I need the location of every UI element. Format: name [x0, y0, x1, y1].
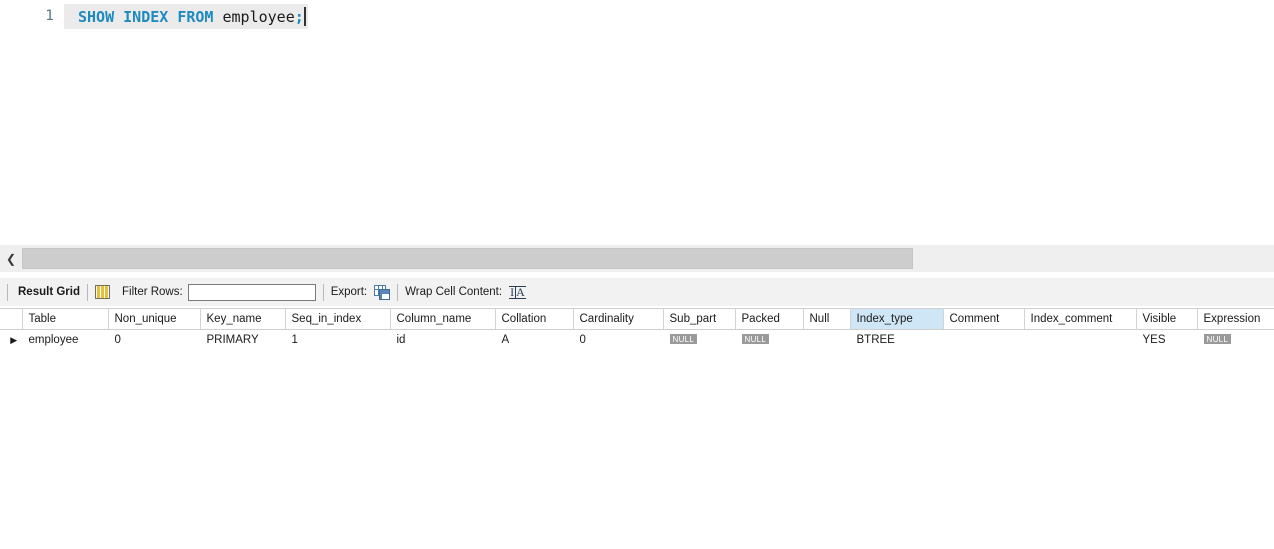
cell-cardinality[interactable]: 0: [573, 329, 664, 351]
column-header-table[interactable]: Table: [22, 308, 109, 330]
null-badge: NULL: [669, 333, 698, 344]
column-header-index_type[interactable]: Index_type: [850, 308, 944, 330]
column-header-sub_part[interactable]: Sub_part: [663, 308, 736, 330]
toolbar-divider: [322, 283, 324, 301]
result-table: Table Non_unique Key_name Seq_in_index Colum…: [0, 308, 1274, 351]
cell-null[interactable]: [803, 329, 851, 351]
sql-keyword-show: SHOW: [78, 7, 115, 26]
result-grid: Table Non_unique Key_name Seq_in_index Colum…: [0, 308, 1274, 351]
cell-index_comment[interactable]: [1024, 329, 1137, 351]
cell-collation[interactable]: A: [495, 329, 574, 351]
grid-view-icon[interactable]: [94, 285, 110, 299]
cell-non_unique[interactable]: 0: [108, 329, 201, 351]
sql-identifier-employee: employee: [222, 7, 295, 26]
export-label: Export:: [330, 286, 368, 298]
filter-rows-label: Filter Rows:: [121, 286, 183, 298]
cell-sub_part[interactable]: NULL: [663, 329, 736, 351]
sql-terminator: ;: [294, 7, 304, 26]
column-header-collation[interactable]: Collation: [495, 308, 574, 330]
table-row[interactable]: ▶ employee 0 PRIMARY 1 id A 0 NULL NULL BTREE YES NU…: [0, 329, 1274, 351]
sql-statement-line[interactable]: SHOW INDEX FROM employee;: [64, 4, 308, 29]
column-header-null[interactable]: Null: [803, 308, 851, 330]
cell-visible[interactable]: YES: [1136, 329, 1198, 351]
wrap-cell-content-label: Wrap Cell Content:: [405, 286, 503, 298]
result-grid-label: Result Grid: [18, 286, 80, 298]
cell-table[interactable]: employee: [22, 329, 109, 351]
column-header-seq_in_index[interactable]: Seq_in_index: [285, 308, 391, 330]
scroll-left-chevron-icon[interactable]: ❮: [0, 245, 22, 272]
cell-seq_in_index[interactable]: 1: [285, 329, 391, 351]
cell-key_name[interactable]: PRIMARY: [200, 329, 286, 351]
toolbar-divider: [86, 283, 88, 301]
null-badge: NULL: [1203, 333, 1232, 344]
column-header-index_comment[interactable]: Index_comment: [1024, 308, 1137, 330]
text-caret: [303, 7, 306, 26]
result-grid-toolbar: Result Grid Filter Rows: Export: Wrap Ce…: [0, 278, 1274, 306]
sql-keyword-index: INDEX: [123, 7, 169, 26]
filter-rows-input[interactable]: [187, 283, 316, 301]
line-number-gutter: 1: [0, 4, 64, 29]
table-header-row: Table Non_unique Key_name Seq_in_index Colum…: [0, 308, 1274, 330]
toolbar-divider: [397, 283, 399, 301]
scrollbar-thumb[interactable]: [22, 248, 913, 269]
cell-expression[interactable]: NULL: [1197, 329, 1274, 351]
column-header-packed[interactable]: Packed: [735, 308, 804, 330]
column-header-column_name[interactable]: Column_name: [390, 308, 496, 330]
row-selector-arrow-icon[interactable]: ▶: [0, 329, 23, 351]
column-header-expression[interactable]: Expression: [1197, 308, 1274, 330]
cell-index_type[interactable]: BTREE: [850, 329, 944, 351]
column-header-cardinality[interactable]: Cardinality: [573, 308, 664, 330]
column-header-non_unique[interactable]: Non_unique: [108, 308, 201, 330]
export-icon[interactable]: [374, 284, 391, 300]
editor-horizontal-scrollbar[interactable]: ❮: [0, 245, 1274, 272]
cell-comment[interactable]: [943, 329, 1025, 351]
column-header-comment[interactable]: Comment: [943, 308, 1025, 330]
editor-line-row: 1 SHOW INDEX FROM employee;: [0, 4, 1274, 29]
cell-packed[interactable]: NULL: [735, 329, 804, 351]
column-header-visible[interactable]: Visible: [1136, 308, 1198, 330]
null-badge: NULL: [741, 333, 770, 344]
row-selector-header: [0, 308, 23, 330]
sql-editor-pane[interactable]: 1 SHOW INDEX FROM employee;: [0, 0, 1274, 240]
cell-column_name[interactable]: id: [390, 329, 496, 351]
toolbar-divider: [7, 283, 8, 301]
column-header-key_name[interactable]: Key_name: [200, 308, 286, 330]
sql-keyword-from: FROM: [177, 7, 214, 26]
wrap-text-icon[interactable]: IA: [509, 285, 526, 299]
